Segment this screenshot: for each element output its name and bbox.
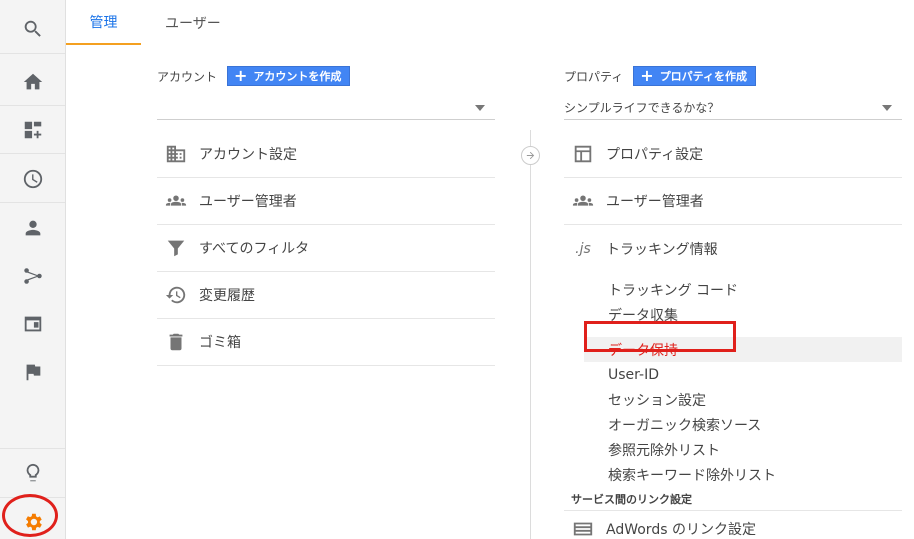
plus-icon: + — [640, 66, 654, 85]
search-icon — [24, 20, 41, 37]
admin-button[interactable] — [0, 497, 65, 539]
property-selector[interactable]: シンプルライフできるかな？ — [564, 96, 902, 120]
js-icon: .js — [575, 240, 591, 257]
account-selector[interactable] — [157, 96, 495, 120]
account-user-management-label: ユーザー管理者 — [199, 194, 297, 210]
realtime-button[interactable] — [0, 155, 65, 203]
home-icon — [23, 73, 42, 89]
account-header: アカウント + アカウントを作成 — [157, 66, 351, 86]
behavior-button[interactable] — [0, 300, 65, 348]
history-icon — [163, 282, 189, 308]
change-history-item[interactable]: 変更履歴 — [157, 272, 495, 319]
conversions-button[interactable] — [0, 348, 65, 396]
search-term-exclusion-item[interactable]: 検索キーワード除外リスト — [584, 462, 902, 487]
tab-admin[interactable]: 管理 — [66, 0, 141, 45]
tracking-submenu: トラッキング コード データ収集 データ保持 User-ID セッション設定 オ… — [584, 277, 902, 487]
acquisition-button[interactable] — [0, 252, 65, 300]
building-icon — [163, 141, 189, 167]
discover-icon — [26, 463, 39, 481]
property-settings-item[interactable]: プロパティ設定 — [564, 131, 902, 178]
property-settings-label: プロパティ設定 — [606, 147, 704, 163]
change-history-label: 変更履歴 — [199, 288, 255, 304]
trash-item[interactable]: ゴミ箱 — [157, 319, 495, 366]
behavior-icon — [24, 316, 41, 332]
customization-icon — [24, 121, 41, 138]
home-button[interactable] — [0, 58, 65, 106]
filter-icon — [163, 235, 189, 261]
create-account-button[interactable]: + アカウントを作成 — [227, 66, 351, 86]
data-retention-item[interactable]: データ保持 — [584, 337, 902, 362]
chevron-down-icon — [882, 105, 892, 111]
realtime-icon — [23, 169, 42, 188]
data-collection-item[interactable]: データ収集 — [584, 302, 902, 327]
property-label: プロパティ — [564, 69, 624, 84]
account-settings-item[interactable]: アカウント設定 — [157, 131, 495, 178]
property-user-management-item[interactable]: ユーザー管理者 — [564, 178, 902, 225]
tracking-info-item[interactable]: .js トラッキング情報 — [564, 225, 902, 272]
tab-users[interactable]: ユーザー — [141, 0, 245, 45]
discover-button[interactable] — [0, 448, 65, 496]
user-id-item[interactable]: User-ID — [584, 362, 902, 387]
plus-icon: + — [234, 66, 248, 85]
services-menu: AdWords のリンク設定 — [564, 512, 902, 539]
acquisition-icon — [23, 268, 42, 284]
create-account-label: アカウントを作成 — [253, 70, 342, 83]
trash-icon — [163, 329, 189, 355]
create-property-label: プロパティを作成 — [659, 70, 748, 83]
account-menu: アカウント設定 ユーザー管理者 すべてのフィルタ 変更履歴 ゴミ箱 — [157, 131, 495, 366]
tracking-code-item[interactable]: トラッキング コード — [584, 277, 902, 302]
services-link-header: サービス間のリンク設定 — [571, 493, 692, 506]
customization-button[interactable] — [0, 106, 65, 154]
top-tabs: 管理 ユーザー — [66, 0, 245, 45]
arrow-right-icon — [521, 146, 540, 165]
all-filters-item[interactable]: すべてのフィルタ — [157, 225, 495, 272]
column-divider — [530, 130, 531, 539]
account-user-management-item[interactable]: ユーザー管理者 — [157, 178, 495, 225]
chevron-down-icon — [475, 105, 485, 111]
section-divider — [564, 510, 902, 511]
property-user-management-label: ユーザー管理者 — [606, 194, 704, 210]
group-icon — [163, 188, 189, 214]
audience-button[interactable] — [0, 204, 65, 252]
organic-search-sources-item[interactable]: オーガニック検索ソース — [584, 412, 902, 437]
gear-icon — [25, 513, 42, 530]
property-menu: プロパティ設定 ユーザー管理者 .js トラッキング情報 — [564, 131, 902, 272]
adwords-link-item[interactable]: AdWords のリンク設定 — [564, 512, 902, 539]
conversions-icon — [26, 364, 40, 381]
account-settings-label: アカウント設定 — [199, 147, 297, 163]
search-button[interactable] — [0, 4, 65, 54]
referral-exclusion-item[interactable]: 参照元除外リスト — [584, 437, 902, 462]
window-icon — [570, 141, 596, 167]
tracking-info-label: トラッキング情報 — [606, 241, 718, 258]
account-label: アカウント — [157, 69, 218, 84]
property-selected: シンプルライフできるかな？ — [564, 101, 720, 115]
create-property-button[interactable]: + プロパティを作成 — [633, 66, 757, 86]
left-nav-rail — [0, 0, 66, 539]
trash-label: ゴミ箱 — [199, 335, 241, 351]
all-filters-label: すべてのフィルタ — [199, 241, 310, 257]
adwords-link-label: AdWords のリンク設定 — [606, 522, 756, 538]
session-settings-item[interactable]: セッション設定 — [584, 387, 902, 412]
property-header: プロパティ + プロパティを作成 — [564, 66, 757, 86]
audience-icon — [25, 220, 40, 236]
group-icon — [570, 188, 596, 214]
adwords-icon — [570, 516, 596, 539]
